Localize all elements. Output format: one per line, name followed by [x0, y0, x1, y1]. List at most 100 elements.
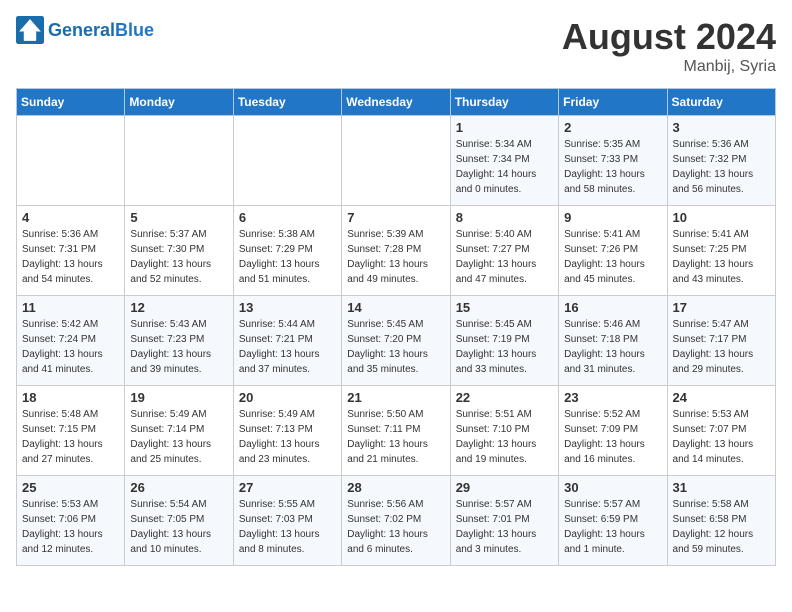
calendar-cell: 8 Sunrise: 5:40 AMSunset: 7:27 PMDaylight…: [450, 206, 558, 296]
calendar-cell: 28 Sunrise: 5:56 AMSunset: 7:02 PMDayligh…: [342, 476, 450, 566]
location: Manbij, Syria: [562, 58, 776, 76]
calendar-week-3: 11 Sunrise: 5:42 AMSunset: 7:24 PMDayligh…: [17, 296, 776, 386]
calendar-cell: 20Sunrise: 5:49 AMSunset: 7:13 PMDayligh…: [233, 386, 341, 476]
day-number: 30: [564, 480, 661, 495]
day-number: 15: [456, 300, 553, 315]
day-info: Sunrise: 5:41 AMSunset: 7:25 PMDaylight:…: [673, 227, 770, 287]
day-info: Sunrise: 5:46 AMSunset: 7:18 PMDaylight:…: [564, 317, 661, 377]
day-number: 22: [456, 390, 553, 405]
day-number: 24: [673, 390, 770, 405]
calendar-cell: 14 Sunrise: 5:45 AMSunset: 7:20 PMDayligh…: [342, 296, 450, 386]
day-info: Sunrise: 5:57 AMSunset: 6:59 PMDaylight:…: [564, 497, 661, 557]
calendar-cell: 4Sunrise: 5:36 AMSunset: 7:31 PMDaylight…: [17, 206, 125, 296]
calendar-cell: 19 Sunrise: 5:49 AMSunset: 7:14 PMDayligh…: [125, 386, 233, 476]
calendar-cell: 10 Sunrise: 5:41 AMSunset: 7:25 PMDayligh…: [667, 206, 775, 296]
day-info: Sunrise: 5:36 AMSunset: 7:32 PMDaylight:…: [673, 137, 770, 197]
day-number: 31: [673, 480, 770, 495]
weekday-row: SundayMondayTuesdayWednesdayThursdayFrid…: [17, 89, 776, 116]
day-info: Sunrise: 5:42 AMSunset: 7:24 PMDaylight:…: [22, 317, 119, 377]
day-number: 5: [130, 210, 227, 225]
day-info: Sunrise: 5:43 AMSunset: 7:23 PMDaylight:…: [130, 317, 227, 377]
calendar-cell: 31Sunrise: 5:58 AMSunset: 6:58 PMDayligh…: [667, 476, 775, 566]
calendar-cell: 9 Sunrise: 5:41 AMSunset: 7:26 PMDaylight…: [559, 206, 667, 296]
day-info: Sunrise: 5:51 AMSunset: 7:10 PMDaylight:…: [456, 407, 553, 467]
calendar-cell: 29 Sunrise: 5:57 AMSunset: 7:01 PMDayligh…: [450, 476, 558, 566]
day-number: 13: [239, 300, 336, 315]
day-number: 16: [564, 300, 661, 315]
calendar-cell: 12Sunrise: 5:43 AMSunset: 7:23 PMDayligh…: [125, 296, 233, 386]
calendar-table: SundayMondayTuesdayWednesdayThursdayFrid…: [16, 88, 776, 566]
day-info: Sunrise: 5:49 AMSunset: 7:14 PMDaylight:…: [130, 407, 227, 467]
day-number: 10: [673, 210, 770, 225]
calendar-cell: 1Sunrise: 5:34 AMSunset: 7:34 PMDaylight…: [450, 116, 558, 206]
calendar-cell: 25 Sunrise: 5:53 AMSunset: 7:06 PMDayligh…: [17, 476, 125, 566]
day-number: 27: [239, 480, 336, 495]
day-info: Sunrise: 5:44 AMSunset: 7:21 PMDaylight:…: [239, 317, 336, 377]
calendar-cell: [342, 116, 450, 206]
day-number: 26: [130, 480, 227, 495]
calendar-cell: 22 Sunrise: 5:51 AMSunset: 7:10 PMDayligh…: [450, 386, 558, 476]
day-info: Sunrise: 5:52 AMSunset: 7:09 PMDaylight:…: [564, 407, 661, 467]
day-info: Sunrise: 5:53 AMSunset: 7:06 PMDaylight:…: [22, 497, 119, 557]
weekday-header-tuesday: Tuesday: [233, 89, 341, 116]
day-info: Sunrise: 5:41 AMSunset: 7:26 PMDaylight:…: [564, 227, 661, 287]
day-info: Sunrise: 5:56 AMSunset: 7:02 PMDaylight:…: [347, 497, 444, 557]
calendar-cell: 11 Sunrise: 5:42 AMSunset: 7:24 PMDayligh…: [17, 296, 125, 386]
day-info: Sunrise: 5:48 AMSunset: 7:15 PMDaylight:…: [22, 407, 119, 467]
day-number: 9: [564, 210, 661, 225]
day-number: 25: [22, 480, 119, 495]
day-info: Sunrise: 5:45 AMSunset: 7:20 PMDaylight:…: [347, 317, 444, 377]
calendar-cell: 15 Sunrise: 5:45 AMSunset: 7:19 PMDayligh…: [450, 296, 558, 386]
calendar-cell: [125, 116, 233, 206]
calendar-cell: 27Sunrise: 5:55 AMSunset: 7:03 PMDayligh…: [233, 476, 341, 566]
day-number: 6: [239, 210, 336, 225]
calendar-cell: 5 Sunrise: 5:37 AMSunset: 7:30 PMDaylight…: [125, 206, 233, 296]
calendar-cell: 3Sunrise: 5:36 AMSunset: 7:32 PMDaylight…: [667, 116, 775, 206]
month-year: August 2024: [562, 16, 776, 58]
day-info: Sunrise: 5:47 AMSunset: 7:17 PMDaylight:…: [673, 317, 770, 377]
calendar-header: SundayMondayTuesdayWednesdayThursdayFrid…: [17, 89, 776, 116]
day-info: Sunrise: 5:45 AMSunset: 7:19 PMDaylight:…: [456, 317, 553, 377]
calendar-body: 1Sunrise: 5:34 AMSunset: 7:34 PMDaylight…: [17, 116, 776, 566]
logo-icon: [16, 16, 44, 44]
calendar-cell: 7Sunrise: 5:39 AMSunset: 7:28 PMDaylight…: [342, 206, 450, 296]
day-info: Sunrise: 5:37 AMSunset: 7:30 PMDaylight:…: [130, 227, 227, 287]
day-info: Sunrise: 5:34 AMSunset: 7:34 PMDaylight:…: [456, 137, 553, 197]
day-info: Sunrise: 5:49 AMSunset: 7:13 PMDaylight:…: [239, 407, 336, 467]
day-info: Sunrise: 5:57 AMSunset: 7:01 PMDaylight:…: [456, 497, 553, 557]
day-info: Sunrise: 5:40 AMSunset: 7:27 PMDaylight:…: [456, 227, 553, 287]
day-number: 19: [130, 390, 227, 405]
day-info: Sunrise: 5:36 AMSunset: 7:31 PMDaylight:…: [22, 227, 119, 287]
logo-text: GeneralBlue: [48, 20, 154, 41]
day-info: Sunrise: 5:54 AMSunset: 7:05 PMDaylight:…: [130, 497, 227, 557]
calendar-cell: 13 Sunrise: 5:44 AMSunset: 7:21 PMDayligh…: [233, 296, 341, 386]
calendar-cell: 23Sunrise: 5:52 AMSunset: 7:09 PMDayligh…: [559, 386, 667, 476]
page-header: GeneralBlue August 2024 Manbij, Syria: [16, 16, 776, 76]
weekday-header-wednesday: Wednesday: [342, 89, 450, 116]
calendar-cell: 6Sunrise: 5:38 AMSunset: 7:29 PMDaylight…: [233, 206, 341, 296]
day-number: 28: [347, 480, 444, 495]
day-number: 8: [456, 210, 553, 225]
weekday-header-thursday: Thursday: [450, 89, 558, 116]
calendar-week-4: 18 Sunrise: 5:48 AMSunset: 7:15 PMDayligh…: [17, 386, 776, 476]
day-info: Sunrise: 5:39 AMSunset: 7:28 PMDaylight:…: [347, 227, 444, 287]
calendar-week-2: 4Sunrise: 5:36 AMSunset: 7:31 PMDaylight…: [17, 206, 776, 296]
calendar-cell: [17, 116, 125, 206]
calendar-cell: 24 Sunrise: 5:53 AMSunset: 7:07 PMDayligh…: [667, 386, 775, 476]
calendar-cell: 21Sunrise: 5:50 AMSunset: 7:11 PMDayligh…: [342, 386, 450, 476]
day-number: 18: [22, 390, 119, 405]
calendar-cell: 2 Sunrise: 5:35 AMSunset: 7:33 PMDaylight…: [559, 116, 667, 206]
day-number: 11: [22, 300, 119, 315]
day-info: Sunrise: 5:53 AMSunset: 7:07 PMDaylight:…: [673, 407, 770, 467]
day-number: 29: [456, 480, 553, 495]
day-number: 2: [564, 120, 661, 135]
day-number: 17: [673, 300, 770, 315]
day-info: Sunrise: 5:35 AMSunset: 7:33 PMDaylight:…: [564, 137, 661, 197]
day-number: 14: [347, 300, 444, 315]
day-info: Sunrise: 5:50 AMSunset: 7:11 PMDaylight:…: [347, 407, 444, 467]
calendar-week-1: 1Sunrise: 5:34 AMSunset: 7:34 PMDaylight…: [17, 116, 776, 206]
weekday-header-saturday: Saturday: [667, 89, 775, 116]
weekday-header-sunday: Sunday: [17, 89, 125, 116]
calendar-week-5: 25 Sunrise: 5:53 AMSunset: 7:06 PMDayligh…: [17, 476, 776, 566]
calendar-cell: 16 Sunrise: 5:46 AMSunset: 7:18 PMDayligh…: [559, 296, 667, 386]
